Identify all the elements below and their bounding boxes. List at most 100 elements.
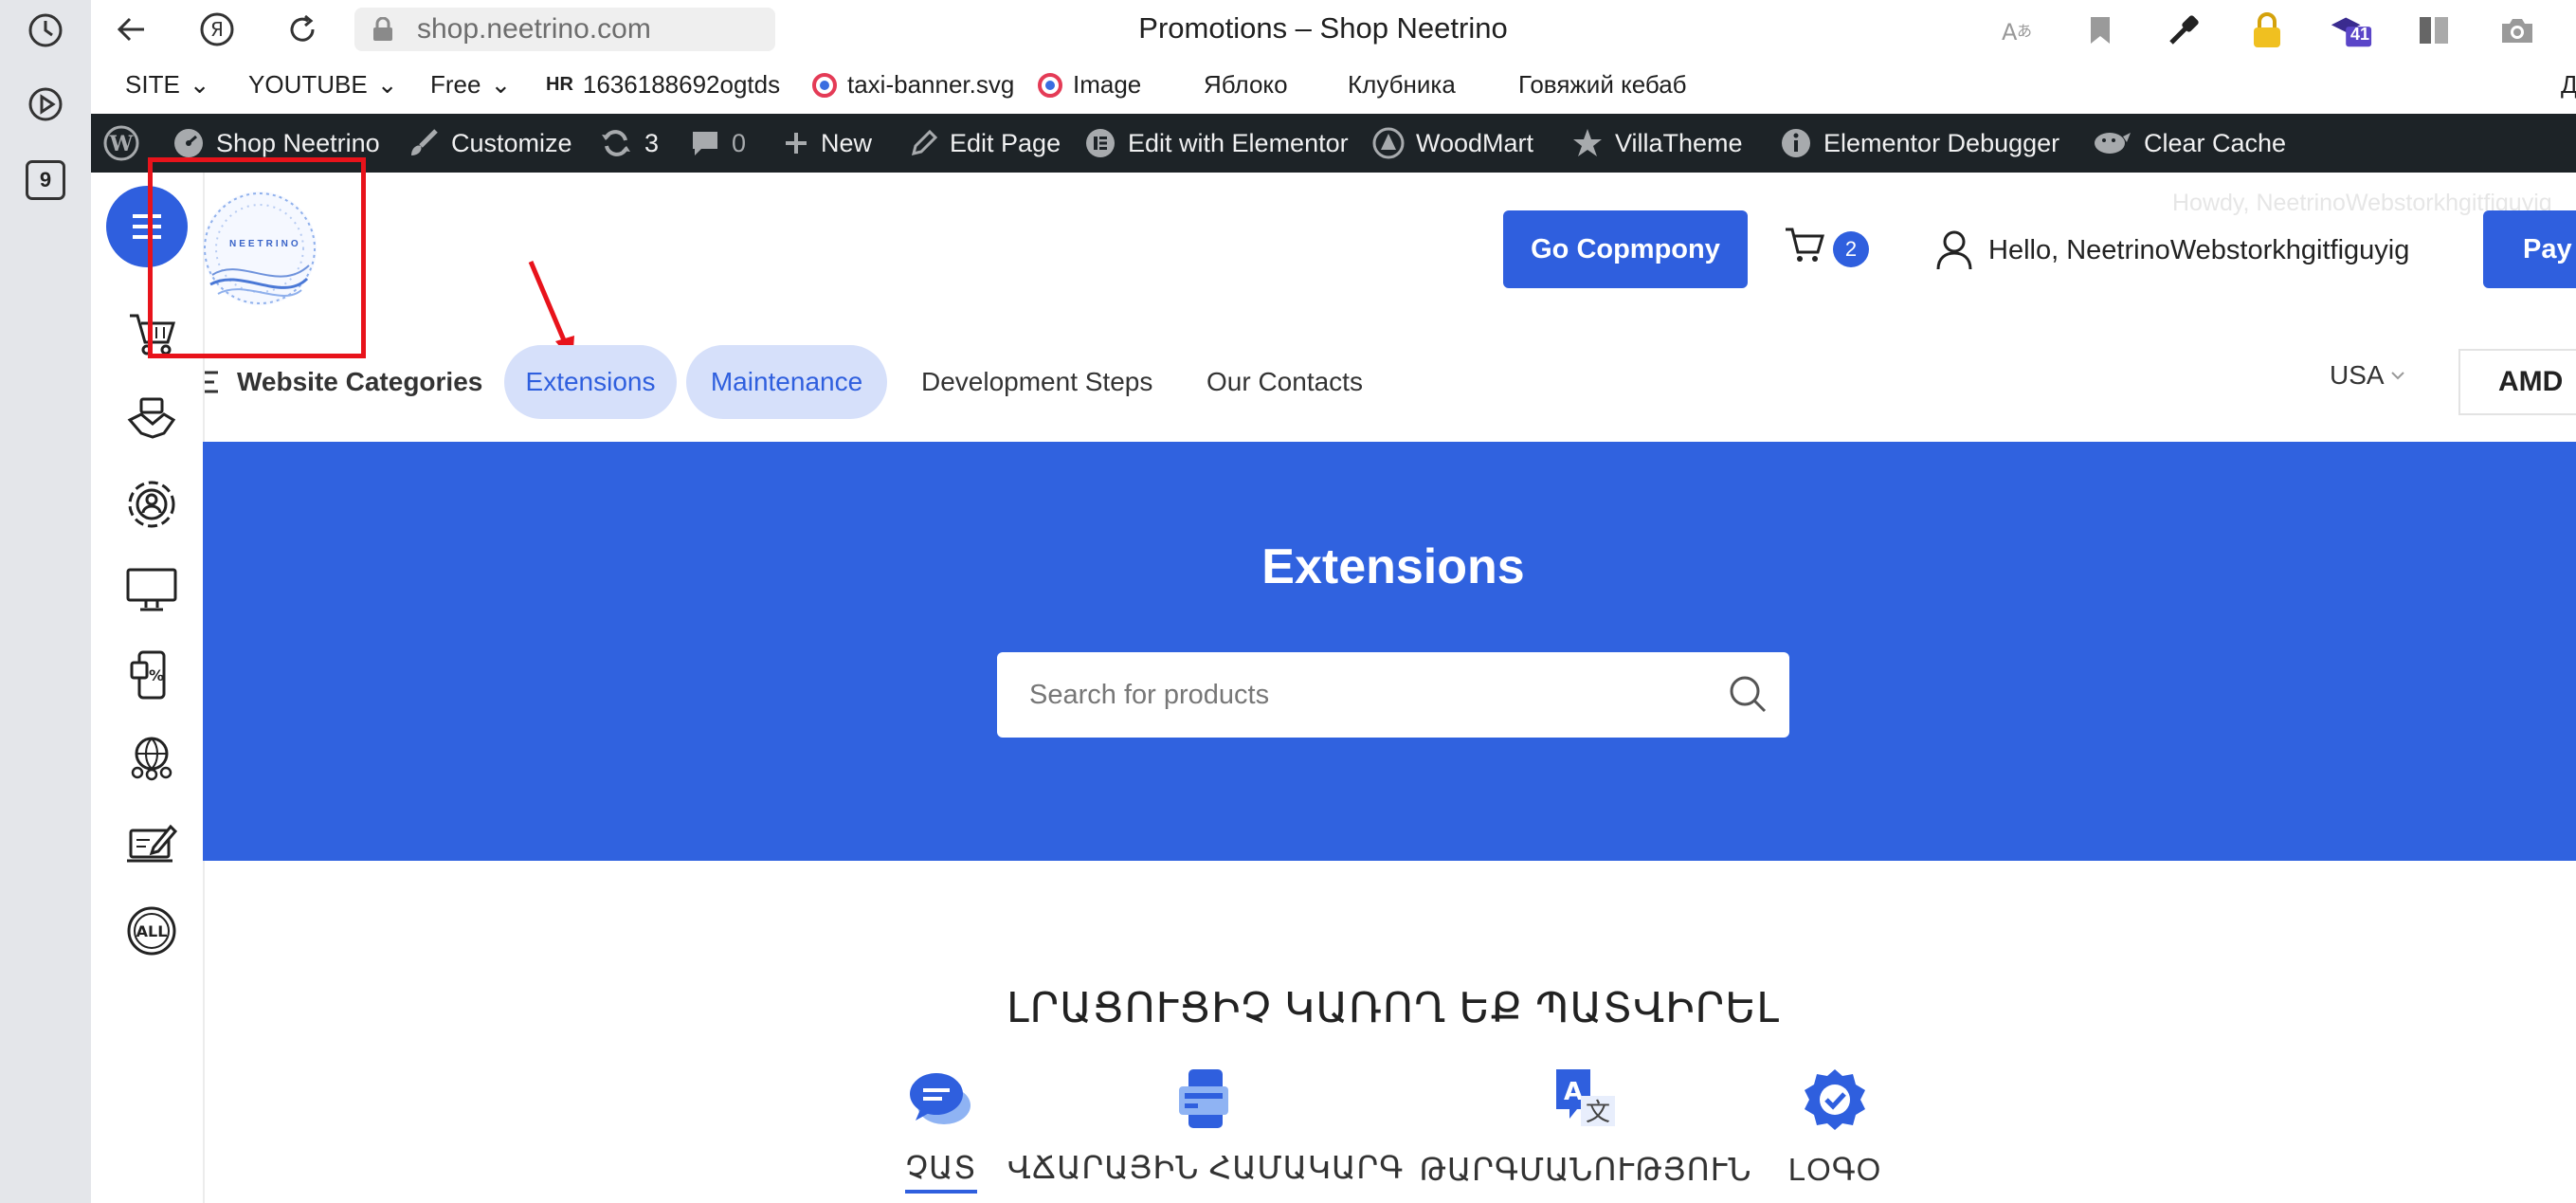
search-icon[interactable] [1727, 673, 1769, 715]
search-input[interactable] [1027, 678, 1714, 712]
url-text: shop.neetrino.com [417, 13, 651, 45]
screenshot-icon[interactable] [2494, 8, 2540, 53]
wp-edit-page[interactable]: Edit Page [910, 114, 1061, 173]
country-value: USA [2330, 360, 2385, 390]
translate-page-icon[interactable]: Aあ [1994, 8, 2040, 53]
wp-edit-elementor[interactable]: Edit with Elementor [1084, 114, 1349, 173]
comment-icon [690, 129, 720, 157]
global-team-icon[interactable] [125, 734, 178, 787]
brush-icon [408, 127, 440, 159]
wp-updates[interactable]: 3 [599, 114, 659, 173]
annotation-box [148, 157, 366, 358]
website-categories-menu[interactable]: Website Categories [203, 345, 482, 419]
bookmark-label: 1636188692ogtds [582, 70, 781, 99]
handshake-icon[interactable] [125, 392, 178, 446]
password-lock-icon[interactable] [2244, 8, 2290, 53]
go-company-button[interactable]: Go Copmpony [1503, 210, 1748, 288]
account-greeting: Hello, NeetrinoWebstorkhgitfiguyig [1988, 234, 2410, 265]
user-target-icon[interactable] [125, 478, 178, 531]
user-icon [1936, 230, 1972, 270]
svg-text:W: W [109, 132, 134, 156]
circle-icon [811, 72, 838, 99]
history-icon[interactable] [25, 9, 66, 51]
bookmark-label: SITE [125, 70, 180, 99]
lock-icon [372, 17, 394, 42]
wp-clear-cache[interactable]: Clear Cache [2091, 114, 2286, 173]
wp-clear-cache-label: Clear Cache [2144, 128, 2287, 157]
feature-logo[interactable]: LOԳO [1787, 1067, 1882, 1188]
bookmark-icon[interactable] [2077, 8, 2123, 53]
star-icon [1571, 127, 1604, 159]
bookmark-strawberry[interactable]: Клубника [1348, 70, 1456, 100]
mobile-discount-icon[interactable]: % [125, 648, 178, 702]
back-icon[interactable] [110, 8, 154, 51]
cart-button[interactable]: 2 [1784, 226, 1869, 275]
address-bar[interactable]: shop.neetrino.com [354, 8, 775, 51]
bookmark-label: Говяжий кебаб [1518, 70, 1687, 99]
feature-translation[interactable]: A文 ԹԱՐԳՄԱՆՈՒԹՅՈՒՆ [1419, 1067, 1751, 1188]
cart-count-badge: 2 [1833, 231, 1869, 267]
all-categories-icon[interactable]: ALL [125, 904, 178, 957]
wp-comments[interactable]: 0 [690, 114, 746, 173]
bookmark-folder-youtube[interactable]: YOUTUBE ⌄ [248, 70, 397, 100]
window-title: Promotions – Shop Neetrino [1138, 11, 1508, 45]
bookmark-label: Image [1073, 70, 1142, 99]
laptop-edit-icon[interactable] [125, 819, 178, 872]
chevron-down-icon [2390, 372, 2404, 380]
wp-edit-elementor-label: Edit with Elementor [1128, 128, 1349, 157]
bookmark-apple[interactable]: Яблоко [1204, 70, 1288, 100]
wp-villatheme[interactable]: VillaTheme [1571, 114, 1743, 173]
feature-label: LOԳO [1787, 1152, 1882, 1187]
eyedropper-icon[interactable] [2161, 8, 2206, 53]
wp-updates-count: 3 [644, 128, 660, 157]
wp-debugger-label: Elementor Debugger [1823, 128, 2060, 157]
nav-our-contacts[interactable]: Our Contacts [1206, 345, 1363, 419]
wp-new[interactable]: New [783, 114, 872, 173]
bookmark-label: Яблоко [1204, 70, 1288, 99]
monitor-icon[interactable] [125, 563, 178, 616]
bookmark-taxi-banner[interactable]: taxi-banner.svg [811, 70, 1014, 100]
nav-maintenance[interactable]: Maintenance [686, 345, 887, 419]
reload-icon[interactable] [281, 8, 324, 51]
play-icon[interactable] [25, 83, 66, 125]
reading-panel-icon[interactable] [2411, 8, 2457, 53]
currency-selector[interactable]: AMD [2458, 349, 2576, 415]
extension-badge-icon[interactable]: 41 [2328, 8, 2373, 53]
bookmark-image[interactable]: Image [1037, 70, 1141, 100]
bookmark-more[interactable]: Д [2561, 70, 2576, 100]
feature-label: ՎՃԱՐԱՅԻՆ ՀԱՄԱԿԱՐԳ [1007, 1150, 1405, 1185]
nav-extensions[interactable]: Extensions [504, 345, 677, 419]
bookmark-hr[interactable]: HR 1636188692ogtds [546, 70, 780, 100]
cart-icon [1786, 228, 1825, 262]
list-icon [205, 371, 218, 393]
country-selector[interactable]: USA [2330, 360, 2405, 391]
payment-card-icon [1179, 1069, 1228, 1128]
wp-woodmart-label: WoodMart [1416, 128, 1534, 157]
chat-icon [910, 1073, 971, 1124]
page-title: Extensions [1261, 539, 1525, 594]
yandex-icon[interactable]: Я [195, 8, 239, 51]
bookmark-label: Д [2561, 70, 2576, 99]
pay-button[interactable]: Pay [2483, 210, 2576, 288]
wp-customize[interactable]: Customize [408, 114, 572, 173]
bookmark-folder-free[interactable]: Free ⌄ [430, 70, 511, 100]
bookmark-kebab[interactable]: Говяжий кебаб [1518, 70, 1687, 100]
feature-chat[interactable]: ՉԱՏ [900, 1067, 982, 1194]
browser-toolbar: Я shop.neetrino.com Promotions – Shop Ne… [91, 0, 2576, 59]
account-link[interactable]: Hello, NeetrinoWebstorkhgitfiguyig [1935, 228, 2409, 273]
wp-woodmart[interactable]: WoodMart [1372, 114, 1533, 173]
pencil-icon [910, 129, 938, 157]
elementor-icon [1084, 127, 1116, 159]
info-icon [1780, 127, 1812, 159]
svg-text:文: 文 [1586, 1099, 1610, 1127]
wordpress-logo-icon[interactable]: W [102, 114, 140, 173]
chevron-down-icon: ⌄ [189, 70, 210, 99]
svg-text:Я: Я [210, 18, 224, 41]
dashboard-icon [172, 127, 205, 159]
feature-payment-system[interactable]: ՎՃԱՐԱՅԻՆ ՀԱՄԱԿԱՐԳ [1007, 1067, 1403, 1186]
section-title: ԼՐԱՑՈՒՑԻՉ ԿԱՌՈՂ ԵՔ ՊԱՏՎԻՐԵԼ [1007, 985, 1780, 1031]
nav-development-steps[interactable]: Development Steps [921, 345, 1152, 419]
bookmark-folder-site[interactable]: SITE ⌄ [125, 70, 210, 100]
wp-elementor-debugger[interactable]: Elementor Debugger [1780, 114, 2059, 173]
tabs-counter-button[interactable]: 9 [25, 159, 66, 201]
